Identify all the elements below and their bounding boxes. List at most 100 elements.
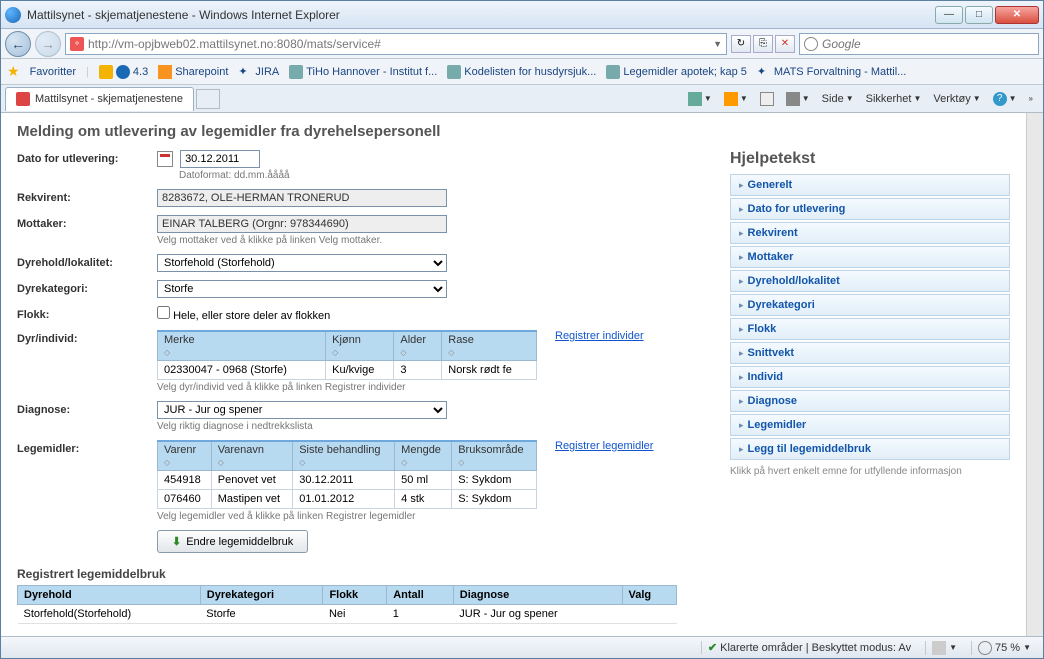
- safety-menu[interactable]: Sikkerhet▼: [860, 91, 928, 107]
- legemidler-table: Varenr◇ Varenavn◇ Siste behandling◇ Meng…: [157, 440, 537, 509]
- th-kjonn[interactable]: Kjønn◇: [326, 331, 394, 361]
- ie-small-icon: [116, 65, 130, 79]
- back-button[interactable]: ←: [5, 31, 31, 57]
- help-item-snittvekt[interactable]: ▸Snittvekt: [730, 342, 1010, 364]
- kategori-select[interactable]: Storfe: [157, 280, 447, 298]
- url-input[interactable]: [88, 37, 709, 51]
- bookmarks-bar: ★ Favoritter | 4.3 Sharepoint ✦JIRA TiHo…: [1, 59, 1043, 85]
- help-item-leggtil[interactable]: ▸Legg til legemiddelbruk: [730, 438, 1010, 460]
- home-button[interactable]: ▼: [682, 90, 718, 108]
- tab-title: Mattilsynet - skjematjenestene: [35, 93, 183, 105]
- bookmark-item[interactable]: Sharepoint: [158, 65, 228, 79]
- help-item-dyrekategori[interactable]: ▸Dyrekategori: [730, 294, 1010, 316]
- triangle-icon: ▸: [739, 252, 744, 262]
- table-row: 454918 Penovet vet 30.12.2011 50 ml S: S…: [158, 471, 537, 490]
- compat-button[interactable]: ⎘: [753, 35, 773, 53]
- status-popup[interactable]: ▼: [925, 641, 963, 655]
- dato-helper: Datoformat: dd.mm.åååå: [179, 170, 700, 181]
- chevron-button[interactable]: »: [1023, 92, 1039, 105]
- help-item-individ[interactable]: ▸Individ: [730, 366, 1010, 388]
- triangle-icon: ▸: [739, 276, 744, 286]
- page-menu[interactable]: Side▼: [816, 91, 860, 107]
- help-item-flokk[interactable]: ▸Flokk: [730, 318, 1010, 340]
- vertical-scrollbar[interactable]: [1026, 113, 1043, 636]
- help-item-diagnose[interactable]: ▸Diagnose: [730, 390, 1010, 412]
- help-item-rekvirent[interactable]: ▸Rekvirent: [730, 222, 1010, 244]
- form-column: Dato for utlevering: Datoformat: dd.mm.å…: [17, 150, 700, 624]
- table-row: 076460 Mastipen vet 01.01.2012 4 stk S: …: [158, 490, 537, 509]
- flokk-checkbox[interactable]: [157, 306, 170, 319]
- address-bar[interactable]: ⚬ ▼: [65, 33, 727, 55]
- triangle-icon: ▸: [739, 444, 744, 454]
- status-zone: ✔ Klarerte områder | Beskyttet modus: Av: [701, 641, 917, 654]
- browser-window: Mattilsynet - skjematjenestene - Windows…: [0, 0, 1044, 659]
- th-rase[interactable]: Rase◇: [442, 331, 537, 361]
- triangle-icon: ▸: [739, 396, 744, 406]
- triangle-icon: ▸: [739, 372, 744, 382]
- search-input[interactable]: [822, 37, 1034, 51]
- registrer-individer-link[interactable]: Registrer individer: [555, 330, 644, 342]
- bookmark-item[interactable]: 4.3: [99, 65, 148, 79]
- help-item-dyrehold[interactable]: ▸Dyrehold/lokalitet: [730, 270, 1010, 292]
- stop-button[interactable]: ✕: [775, 35, 795, 53]
- th-dyrekategori[interactable]: Dyrekategori: [200, 586, 323, 605]
- bookmark-item[interactable]: TiHo Hannover - Institut f...: [289, 65, 437, 79]
- triangle-icon: ▸: [739, 300, 744, 310]
- th-alder[interactable]: Alder◇: [394, 331, 442, 361]
- dropdown-icon[interactable]: ▼: [713, 39, 722, 49]
- minimize-button[interactable]: —: [935, 6, 963, 24]
- status-zoom[interactable]: 75 % ▼: [971, 641, 1037, 655]
- th-varenavn[interactable]: Varenavn◇: [211, 441, 292, 471]
- maximize-button[interactable]: □: [965, 6, 993, 24]
- individ-table: Merke◇ Kjønn◇ Alder◇ Rase◇ 02330047 - 09…: [157, 330, 537, 380]
- th-siste[interactable]: Siste behandling◇: [293, 441, 395, 471]
- calendar-icon[interactable]: [157, 151, 173, 167]
- th-flokk[interactable]: Flokk: [323, 586, 387, 605]
- help-item-dato[interactable]: ▸Dato for utlevering: [730, 198, 1010, 220]
- new-tab-button[interactable]: [196, 89, 220, 109]
- th-diagnose[interactable]: Diagnose: [453, 586, 622, 605]
- mail-button[interactable]: [754, 90, 780, 108]
- bookmark-item[interactable]: Kodelisten for husdyrsjuk...: [447, 65, 596, 79]
- content-area: Melding om utlevering av legemidler fra …: [1, 113, 1043, 636]
- window-title: Mattilsynet - skjematjenestene - Windows…: [27, 8, 935, 22]
- page-icon: [606, 65, 620, 79]
- th-bruks[interactable]: Bruksområde◇: [452, 441, 537, 471]
- star-icon[interactable]: ★: [7, 63, 20, 80]
- diagnose-select[interactable]: JUR - Jur og spener: [157, 401, 447, 419]
- th-varenr[interactable]: Varenr◇: [158, 441, 212, 471]
- help-item-mottaker[interactable]: ▸Mottaker: [730, 246, 1010, 268]
- dato-input[interactable]: [180, 150, 260, 168]
- tools-menu[interactable]: Verktøy▼: [927, 91, 986, 107]
- tab-current[interactable]: Mattilsynet - skjematjenestene: [5, 87, 194, 111]
- rekvirent-input: [157, 189, 447, 207]
- mats-icon: ✦: [757, 65, 771, 79]
- dyrehold-select[interactable]: Storfehold (Storfehold): [157, 254, 447, 272]
- feeds-button[interactable]: ▼: [718, 90, 754, 108]
- search-box[interactable]: [799, 33, 1039, 55]
- print-button[interactable]: ▼: [780, 90, 816, 108]
- diagnose-helper: Velg riktig diagnose i nedtrekkslista: [157, 421, 700, 432]
- popup-icon: [932, 641, 946, 655]
- close-button[interactable]: ✕: [995, 6, 1039, 24]
- registrert-table: Dyrehold Dyrekategori Flokk Antall Diagn…: [17, 585, 677, 624]
- refresh-button[interactable]: ↻: [731, 35, 751, 53]
- jira-icon: ✦: [238, 65, 252, 79]
- th-dyrehold[interactable]: Dyrehold: [18, 586, 201, 605]
- help-item-generelt[interactable]: ▸Generelt: [730, 174, 1010, 196]
- th-merke[interactable]: Merke◇: [158, 331, 326, 361]
- endre-button[interactable]: ⬇ Endre legemiddelbruk: [157, 530, 308, 553]
- th-valg[interactable]: Valg: [622, 586, 676, 605]
- bookmark-item[interactable]: ✦JIRA: [238, 65, 279, 79]
- bookmark-item[interactable]: ✦MATS Forvaltning - Mattil...: [757, 65, 906, 79]
- bookmark-item[interactable]: Legemidler apotek; kap 5: [606, 65, 747, 79]
- help-item-legemidler[interactable]: ▸Legemidler: [730, 414, 1010, 436]
- help-menu[interactable]: ?▼: [987, 90, 1023, 108]
- th-antall[interactable]: Antall: [387, 586, 454, 605]
- favorites-button[interactable]: Favoritter: [30, 66, 76, 78]
- registrer-legemidler-link[interactable]: Registrer legemidler: [555, 440, 653, 452]
- th-mengde[interactable]: Mengde◇: [395, 441, 452, 471]
- triangle-icon: ▸: [739, 420, 744, 430]
- forward-button[interactable]: →: [35, 31, 61, 57]
- arrow-down-icon: ⬇: [172, 535, 181, 548]
